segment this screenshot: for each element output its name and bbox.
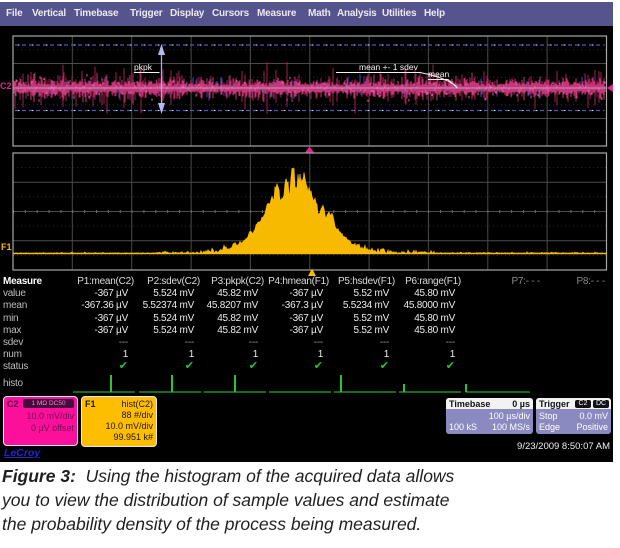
svg-text:F1: F1 [1,242,12,252]
svg-text:pkpk: pkpk [134,62,153,72]
svg-text:C2: C2 [0,81,12,91]
svg-text:mean +- 1 sdev: mean +- 1 sdev [359,62,419,72]
svg-text:mean: mean [428,69,450,79]
